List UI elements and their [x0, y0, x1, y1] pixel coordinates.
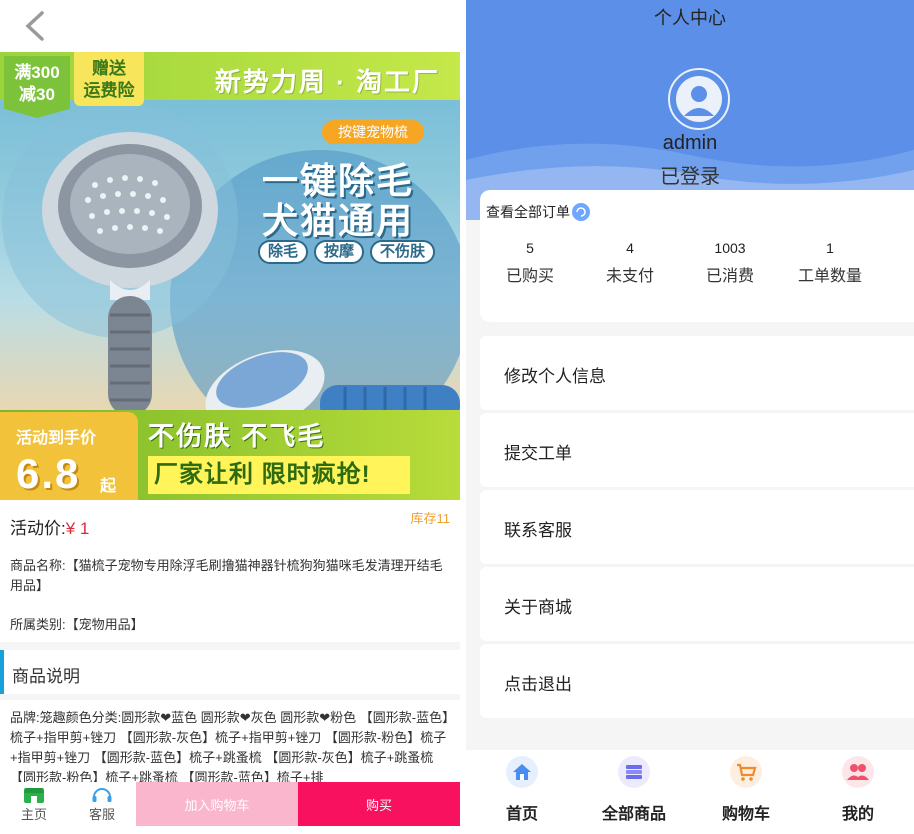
product-info: 活动价:¥ 1 库存11 商品名称:【猫梳子宠物专用除浮毛刷撸猫神器针梳狗狗猫咪… — [0, 500, 460, 642]
price-value: ¥ 1 — [65, 519, 90, 538]
home-nav-button[interactable]: 主页 — [0, 782, 68, 826]
product-image: 新势力周 · 淘工厂 满300 减30 赠送 运费险 按键宠物梳 一键除毛 犬猫… — [0, 52, 460, 500]
stat-label: 未支付 — [605, 268, 654, 285]
headline-2: 犬猫通用 — [262, 200, 415, 241]
home-nav-label: 主页 — [20, 807, 47, 822]
login-status: 已登录 — [660, 166, 720, 188]
arrow-circle-icon — [572, 203, 590, 221]
user-group-icon — [842, 756, 874, 788]
insurance-ribbon: 赠送 运费险 — [74, 52, 144, 106]
service-label: 客服 — [88, 807, 115, 822]
feature-chips: 除毛 按摩 不伤肤 — [258, 240, 436, 264]
bottom-tab-bar: 首页 全部商品 购物车 我的 — [466, 750, 914, 834]
promo-suffix: 起 — [100, 478, 117, 495]
product-detail-screen: 新势力周 · 淘工厂 满300 减30 赠送 运费险 按键宠物梳 一键除毛 犬猫… — [0, 0, 460, 834]
menu-label: 点击退出 — [504, 675, 572, 694]
promo-label: 活动到手价 — [16, 430, 97, 447]
stock-count: 库存11 — [410, 511, 451, 526]
menu-label: 提交工单 — [504, 444, 572, 463]
menu-label: 修改个人信息 — [504, 367, 606, 386]
stat-spent[interactable]: 1003 已消费 — [680, 240, 780, 286]
page-title: 个人中心 — [654, 8, 726, 28]
headset-icon — [92, 788, 112, 802]
tab-cart[interactable]: 购物车 — [690, 750, 802, 834]
tab-label: 购物车 — [721, 806, 770, 823]
avatar[interactable] — [668, 68, 730, 130]
add-to-cart-button[interactable]: 加入购物车 — [136, 782, 298, 826]
feature-chip: 除毛 — [258, 240, 309, 264]
slogan-1: 不伤肤 不飞毛 — [148, 421, 326, 451]
price-label: 活动价: — [10, 519, 66, 538]
stat-purchased[interactable]: 5 已购买 — [480, 240, 580, 286]
tab-home[interactable]: 首页 — [466, 750, 578, 834]
menu-logout[interactable]: 点击退出 — [480, 644, 914, 718]
stat-label: 工单数量 — [797, 268, 862, 285]
insurance-ribbon-line1: 赠送 — [92, 59, 126, 78]
menu-about-store[interactable]: 关于商城 — [480, 567, 914, 641]
username: admin — [662, 132, 718, 154]
view-all-orders-link[interactable]: 查看全部订单 — [486, 202, 590, 222]
discount-ribbon: 满300 减30 — [4, 56, 70, 118]
slogan-2: 厂家让利 限时疯抢! — [148, 456, 410, 494]
service-button[interactable]: 客服 — [68, 782, 136, 826]
stat-value: 4 — [626, 240, 634, 256]
stat-value: 1 — [826, 240, 834, 256]
stat-value: 1003 — [714, 240, 746, 256]
feature-chip: 按摩 — [314, 240, 365, 264]
menu-contact-service[interactable]: 联系客服 — [480, 490, 914, 564]
profile-header: 个人中心 admin 已登录 — [466, 0, 914, 220]
buy-button[interactable]: 购买 — [298, 782, 460, 826]
profile-screen: 个人中心 admin 已登录 查看全部订单 5 已购买 4 未支付 1003 已… — [466, 0, 914, 834]
menu-edit-profile[interactable]: 修改个人信息 — [480, 336, 914, 410]
price-row: 活动价:¥ 1 — [10, 514, 89, 539]
product-action-bar: 主页 客服 加入购物车 购买 — [0, 782, 460, 834]
goods-icon — [618, 756, 650, 788]
tab-label: 我的 — [841, 806, 874, 823]
stat-value: 5 — [526, 240, 534, 256]
menu-submit-ticket[interactable]: 提交工单 — [480, 413, 914, 487]
view-all-orders-label: 查看全部订单 — [486, 204, 570, 220]
order-stats: 5 已购买 4 未支付 1003 已消费 1 工单数量 — [480, 240, 914, 286]
product-tag: 按键宠物梳 — [322, 120, 424, 144]
stat-unpaid[interactable]: 4 未支付 — [580, 240, 680, 286]
product-name: 商品名称:【猫梳子宠物专用除浮毛刷撸猫神器针梳狗狗猫咪毛发清理开结毛用品】 — [10, 558, 443, 593]
feature-chip: 不伤肤 — [370, 240, 436, 264]
description-title: 商品说明 — [12, 667, 80, 686]
description-header: 商品说明 — [0, 650, 460, 694]
stat-label: 已消费 — [705, 268, 754, 285]
description-text: 品牌:笼趣颜色分类:圆形款❤蓝色 圆形款❤灰色 圆形款❤粉色 【圆形款-蓝色】梳… — [0, 700, 460, 784]
promo-price: 6.8 — [16, 450, 81, 497]
discount-ribbon-line1: 满300 — [14, 63, 60, 82]
brand-banner: 新势力周 · 淘工厂 — [214, 67, 440, 97]
top-bar — [0, 0, 460, 52]
insurance-ribbon-line2: 运费险 — [83, 81, 135, 100]
tab-label: 首页 — [505, 806, 538, 823]
back-icon[interactable] — [22, 10, 50, 42]
menu-label: 关于商城 — [504, 598, 572, 617]
discount-ribbon-line2: 减30 — [19, 85, 55, 104]
stat-label: 已购买 — [505, 268, 554, 285]
store-icon — [24, 788, 44, 803]
stat-tickets[interactable]: 1 工单数量 — [780, 240, 880, 286]
tab-mine[interactable]: 我的 — [802, 750, 914, 834]
product-category: 所属类别:【宠物用品】 — [10, 617, 144, 632]
cart-icon — [730, 756, 762, 788]
orders-card: 查看全部订单 5 已购买 4 未支付 1003 已消费 1 工单数量 — [480, 190, 914, 322]
tab-label: 全部商品 — [601, 806, 666, 823]
tab-all-goods[interactable]: 全部商品 — [578, 750, 690, 834]
avatar-user-icon — [676, 76, 722, 122]
home-icon — [506, 756, 538, 788]
menu-label: 联系客服 — [504, 521, 572, 540]
